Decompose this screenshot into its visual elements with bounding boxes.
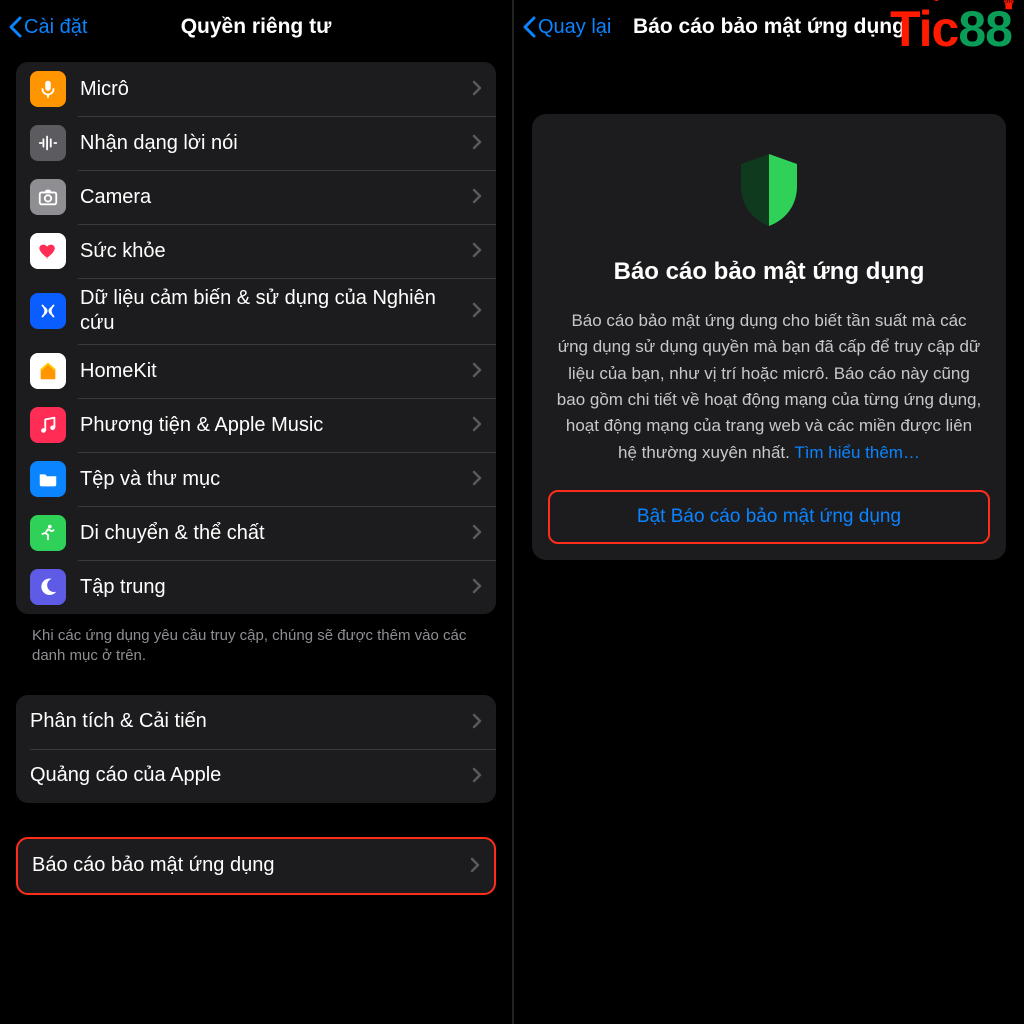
learn-more-link[interactable]: Tìm hiểu thêm…: [794, 443, 920, 462]
chevron-left-icon: [522, 16, 536, 38]
micro-icon: [30, 71, 66, 107]
row-camera[interactable]: Camera: [16, 170, 496, 224]
chevron-right-icon: [472, 412, 482, 438]
row-label: Micrô: [80, 77, 464, 102]
media-icon: [30, 407, 66, 443]
row-analytics[interactable]: Phân tích & Cải tiến: [16, 695, 496, 749]
motion-icon: [30, 515, 66, 551]
row-ads[interactable]: Quảng cáo của Apple: [16, 749, 496, 803]
row-label: Tập trung: [80, 575, 464, 600]
files-icon: [30, 461, 66, 497]
chevron-left-icon: [8, 16, 22, 38]
row-label: Phương tiện & Apple Music: [80, 413, 464, 438]
page-title-right: Báo cáo bảo mật ứng dụng: [633, 15, 905, 39]
homekit-icon: [30, 353, 66, 389]
privacy-report-pane: Quay lại Báo cáo bảo mật ứng dụng Báo cá…: [512, 0, 1024, 1024]
chevron-right-icon: [472, 574, 482, 600]
analytics-group: Phân tích & Cải tiến Quảng cáo của Apple: [16, 695, 496, 803]
row-motion[interactable]: Di chuyển & thể chất: [16, 506, 496, 560]
watermark-logo: Tic88 ♛: [890, 0, 1012, 58]
chevron-right-icon: [472, 184, 482, 210]
row-media[interactable]: Phương tiện & Apple Music: [16, 398, 496, 452]
chevron-right-icon: [472, 76, 482, 102]
row-label: Phân tích & Cải tiến: [30, 709, 464, 734]
camera-icon: [30, 179, 66, 215]
row-label: Di chuyển & thể chất: [80, 521, 464, 546]
row-label: Nhận dạng lời nói: [80, 131, 464, 156]
privacy-report-group: Báo cáo bảo mật ứng dụng: [16, 837, 496, 895]
focus-icon: [30, 569, 66, 605]
back-button-left[interactable]: Cài đặt: [8, 0, 87, 54]
row-label: Dữ liệu cảm biến & sử dụng của Nghiên cứ…: [80, 286, 464, 336]
privacy-report-card: Báo cáo bảo mật ứng dụng Báo cáo bảo mật…: [532, 114, 1006, 560]
back-button-right[interactable]: Quay lại: [522, 0, 611, 54]
privacy-categories-group: Micrô Nhận dạng lời nói Camera Sức khỏe Dữ l…: [16, 62, 496, 614]
row-speech[interactable]: Nhận dạng lời nói: [16, 116, 496, 170]
back-label: Quay lại: [538, 16, 611, 39]
chevron-right-icon: [472, 466, 482, 492]
chevron-right-icon: [472, 238, 482, 264]
navbar-left: Cài đặt Quyền riêng tư: [0, 0, 512, 54]
chevron-right-icon: [472, 358, 482, 384]
row-focus[interactable]: Tập trung: [16, 560, 496, 614]
row-files[interactable]: Tệp và thư mục: [16, 452, 496, 506]
health-icon: [30, 233, 66, 269]
back-label: Cài đặt: [24, 16, 87, 39]
row-privacy-report[interactable]: Báo cáo bảo mật ứng dụng: [18, 839, 494, 893]
row-label: Tệp và thư mục: [80, 467, 464, 492]
card-heading: Báo cáo bảo mật ứng dụng: [556, 258, 982, 286]
row-label: Sức khỏe: [80, 239, 464, 264]
enable-report-button[interactable]: Bật Báo cáo bảo mật ứng dụng: [548, 490, 990, 544]
chevron-right-icon: [472, 130, 482, 156]
chevron-right-icon: [472, 709, 482, 735]
card-body: Báo cáo bảo mật ứng dụng cho biết tần su…: [556, 308, 982, 466]
chevron-right-icon: [472, 298, 482, 324]
row-micro[interactable]: Micrô: [16, 62, 496, 116]
speech-icon: [30, 125, 66, 161]
sensor-icon: [30, 293, 66, 329]
row-label: HomeKit: [80, 359, 464, 384]
row-homekit[interactable]: HomeKit: [16, 344, 496, 398]
chevron-right-icon: [472, 763, 482, 789]
row-label: Báo cáo bảo mật ứng dụng: [32, 853, 462, 878]
privacy-settings-pane: Cài đặt Quyền riêng tư Micrô Nhận dạng lờ…: [0, 0, 512, 1024]
row-label: Camera: [80, 185, 464, 210]
group-footer-note: Khi các ứng dụng yêu cầu truy cập, chúng…: [0, 626, 512, 667]
page-title-left: Quyền riêng tư: [181, 15, 332, 39]
shield-icon: [556, 150, 982, 230]
chevron-right-icon: [472, 520, 482, 546]
row-health[interactable]: Sức khỏe: [16, 224, 496, 278]
settings-scroll[interactable]: Micrô Nhận dạng lời nói Camera Sức khỏe Dữ l…: [0, 54, 512, 895]
row-label: Quảng cáo của Apple: [30, 763, 464, 788]
row-sensor[interactable]: Dữ liệu cảm biến & sử dụng của Nghiên cứ…: [16, 278, 496, 344]
chevron-right-icon: [470, 853, 480, 879]
